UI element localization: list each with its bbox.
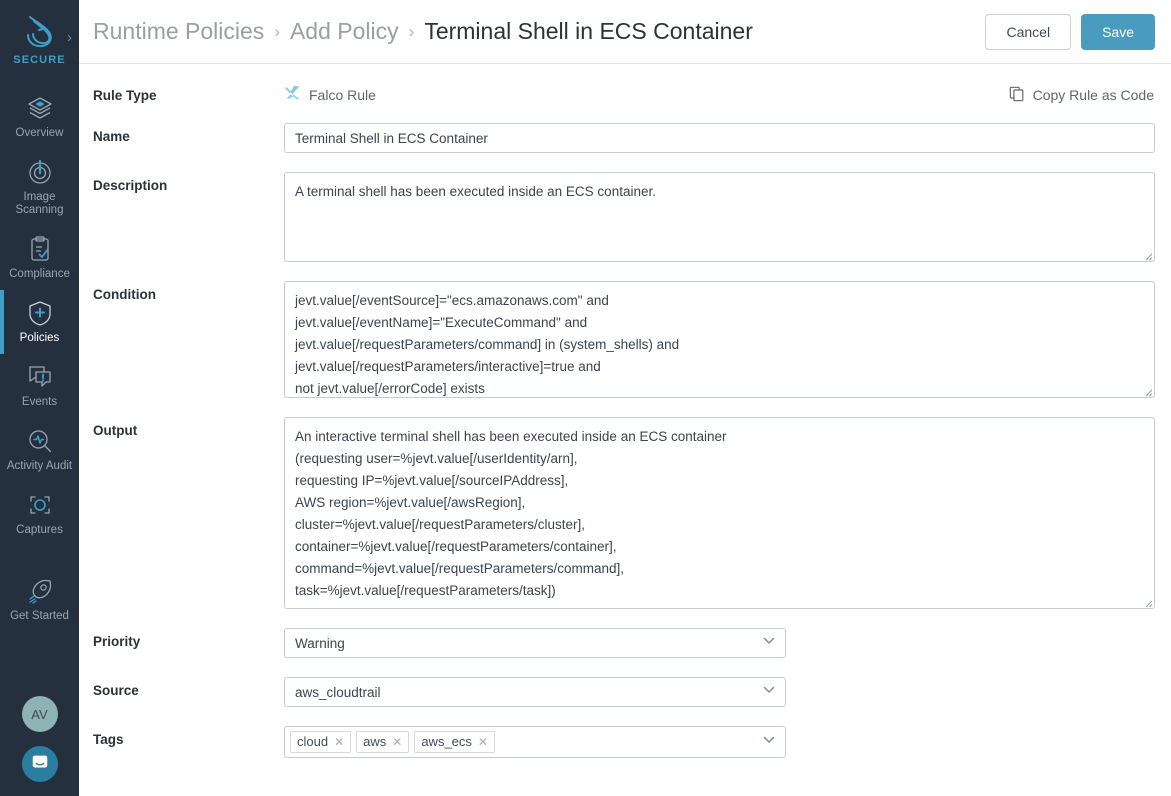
description-row: Description A terminal shell has been ex… xyxy=(79,172,1155,262)
condition-label: Condition xyxy=(93,287,156,302)
app-root: › SECURE Overview Image Scanning Complia… xyxy=(0,0,1171,796)
close-icon[interactable]: ✕ xyxy=(392,734,402,750)
priority-label: Priority xyxy=(93,634,141,649)
name-label: Name xyxy=(93,129,130,144)
sidebar-item-label: Captures xyxy=(16,524,63,536)
condition-textarea[interactable]: jevt.value[/eventSource]="ecs.amazonaws.… xyxy=(284,281,1155,398)
form-content: Rule Type Falco Rule Copy Rule as Code N… xyxy=(79,64,1171,758)
rule-type-value: Falco Rule xyxy=(284,84,376,106)
top-bar: Runtime Policies › Add Policy › Terminal… xyxy=(79,0,1171,64)
sidebar-item-label: Get Started xyxy=(10,610,69,622)
sidebar-item-events[interactable]: Events xyxy=(0,354,79,418)
sidebar-item-label: Image Scanning xyxy=(15,191,64,216)
cancel-button[interactable]: Cancel xyxy=(985,13,1072,50)
brand-label: SECURE xyxy=(13,54,66,66)
sidebar-item-overview[interactable]: Overview xyxy=(0,85,79,149)
condition-row: Condition jevt.value[/eventSource]="ecs.… xyxy=(79,281,1155,398)
breadcrumb-separator: › xyxy=(408,21,415,41)
sidebar-item-get-started[interactable]: Get Started xyxy=(0,568,79,632)
sidebar-item-label: Overview xyxy=(15,127,64,139)
breadcrumb-item-runtime-policies[interactable]: Runtime Policies xyxy=(93,18,264,45)
chevron-right-icon[interactable]: › xyxy=(67,30,72,45)
falco-icon xyxy=(284,84,301,106)
alert-bubble-icon xyxy=(26,363,54,391)
chat-button[interactable] xyxy=(21,746,58,782)
rocket-icon xyxy=(26,577,54,605)
tag-chip[interactable]: aws ✕ xyxy=(356,731,410,753)
breadcrumb-item-add-policy[interactable]: Add Policy xyxy=(290,18,399,45)
layers-icon xyxy=(26,94,54,122)
shield-plus-icon xyxy=(26,299,54,327)
main-panel: Runtime Policies › Add Policy › Terminal… xyxy=(79,0,1171,796)
name-input[interactable] xyxy=(284,123,1155,153)
priority-value: Warning xyxy=(295,635,345,651)
close-icon[interactable]: ✕ xyxy=(478,734,488,750)
top-bar-actions: Cancel Save xyxy=(985,13,1155,50)
tag-chip[interactable]: cloud ✕ xyxy=(290,731,352,753)
sidebar-item-label: Policies xyxy=(19,332,60,344)
sidebar: › SECURE Overview Image Scanning Complia… xyxy=(0,0,79,796)
page-title: Terminal Shell in ECS Container xyxy=(424,18,753,44)
rule-type-text: Falco Rule xyxy=(309,87,376,103)
avatar[interactable]: AV xyxy=(21,696,58,732)
tag-chip[interactable]: aws_ecs ✕ xyxy=(414,731,495,753)
breadcrumb: Runtime Policies › Add Policy › Terminal… xyxy=(93,18,985,45)
source-label: Source xyxy=(93,683,139,698)
tag-label: aws xyxy=(363,734,387,749)
output-textarea[interactable]: An interactive terminal shell has been e… xyxy=(284,417,1155,609)
sidebar-item-policies[interactable]: Policies xyxy=(0,290,79,354)
chat-bubble-icon xyxy=(30,752,50,777)
breadcrumb-separator: › xyxy=(274,21,280,41)
rule-type-row: Rule Type Falco Rule Copy Rule as Code xyxy=(79,64,1155,104)
priority-row: Priority Warning xyxy=(79,628,1155,658)
copy-rule-label: Copy Rule as Code xyxy=(1032,87,1154,103)
tags-select[interactable]: cloud ✕ aws ✕ aws_ecs ✕ xyxy=(284,726,786,758)
rule-type-label: Rule Type xyxy=(93,87,157,103)
tags-label: Tags xyxy=(93,732,124,747)
scan-target-icon xyxy=(26,158,54,186)
sysdig-logo-icon xyxy=(19,12,61,52)
copy-icon xyxy=(1009,86,1025,105)
clipboard-check-icon xyxy=(26,235,54,263)
tags-row: Tags cloud ✕ aws ✕ aws_ecs ✕ xyxy=(79,726,1155,758)
sidebar-item-label: Events xyxy=(21,396,58,408)
brand-block[interactable]: › SECURE xyxy=(0,0,79,85)
sidebar-item-label: Activity Audit xyxy=(6,460,73,472)
copy-rule-as-code-button[interactable]: Copy Rule as Code xyxy=(1009,86,1155,105)
description-textarea[interactable]: A terminal shell has been executed insid… xyxy=(284,172,1155,262)
output-row: Output An interactive terminal shell has… xyxy=(79,417,1155,609)
sidebar-item-compliance[interactable]: Compliance xyxy=(0,226,79,290)
sidebar-item-label: Compliance xyxy=(9,268,70,280)
close-icon[interactable]: ✕ xyxy=(334,734,344,750)
description-label: Description xyxy=(93,178,168,193)
source-value: aws_cloudtrail xyxy=(295,684,381,700)
tag-label: cloud xyxy=(297,734,329,749)
magnifier-pulse-icon xyxy=(26,427,54,455)
source-select[interactable]: aws_cloudtrail xyxy=(284,677,786,707)
sidebar-nav: Overview Image Scanning Compliance Polic… xyxy=(0,85,79,632)
capture-frame-icon xyxy=(26,491,54,519)
sidebar-item-image-scanning[interactable]: Image Scanning xyxy=(0,149,79,226)
tag-label: aws_ecs xyxy=(421,734,472,749)
name-row: Name xyxy=(79,123,1155,153)
priority-select[interactable]: Warning xyxy=(284,628,786,658)
sidebar-item-captures[interactable]: Captures xyxy=(0,482,79,546)
avatar-initials: AV xyxy=(31,706,48,722)
source-row: Source aws_cloudtrail xyxy=(79,677,1155,707)
save-button[interactable]: Save xyxy=(1081,13,1155,50)
sidebar-item-activity-audit[interactable]: Activity Audit xyxy=(0,418,79,482)
output-label: Output xyxy=(93,423,138,438)
